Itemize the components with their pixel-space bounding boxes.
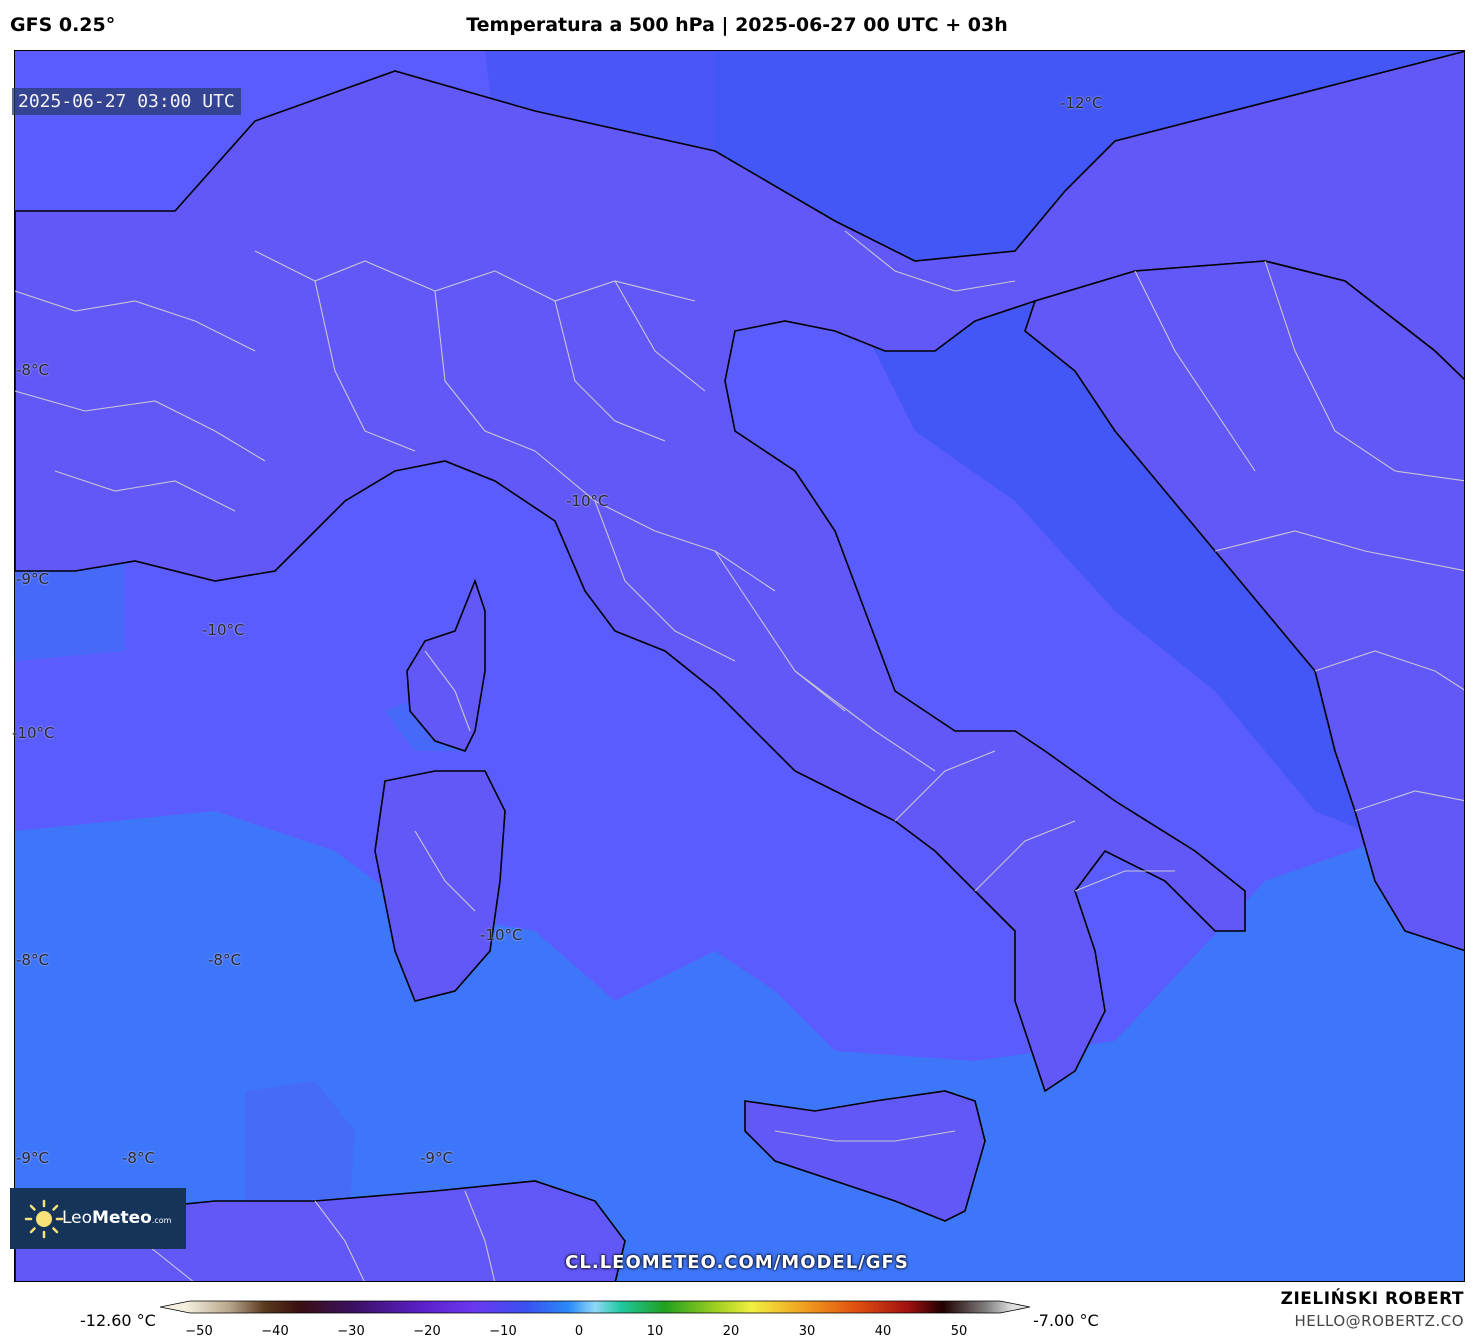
colorbar-tick: 50 — [950, 1324, 968, 1339]
chart-title: Temperatura a 500 hPa | 2025-06-27 00 UT… — [466, 14, 1008, 36]
colorbar-max-label: -7.00 °C — [1033, 1311, 1099, 1330]
isotherm-label: -8°C — [16, 951, 49, 969]
logo-suffix: .com — [151, 1216, 172, 1225]
isotherm-label: -10°C — [480, 926, 523, 944]
leometeo-logo[interactable]: LeoMeteo.com — [10, 1188, 186, 1249]
isotherm-label: -8°C — [122, 1149, 155, 1167]
isotherm-label: -10°C — [202, 621, 245, 639]
isotherm-label: -8°C — [16, 361, 49, 379]
isotherm-label: -9°C — [420, 1149, 453, 1167]
isotherm-label: -10°C — [12, 724, 55, 742]
colorbar-tick: −10 — [489, 1324, 517, 1339]
temperature-map — [15, 51, 1464, 1281]
isotherm-label: -8°C — [208, 951, 241, 969]
colorbar-tick: −50 — [185, 1324, 213, 1339]
colorbar-tick: 30 — [798, 1324, 816, 1339]
colorbar-tick: 40 — [874, 1324, 892, 1339]
colorbar-tick: −40 — [261, 1324, 289, 1339]
isotherm-label: -9°C — [16, 570, 49, 588]
isotherm-label: -10°C — [566, 492, 609, 510]
sun-icon — [24, 1199, 64, 1239]
author-credit: ZIELIŃSKI ROBERT — [1280, 1289, 1464, 1309]
logo-text: LeoMeteo.com — [62, 1208, 171, 1228]
site-url: CL.LEOMETEO.COM/MODEL/GFS — [565, 1252, 909, 1273]
author-email[interactable]: HELLO@ROBERTZ.CO — [1294, 1312, 1464, 1330]
isotherm-label: -9°C — [16, 1149, 49, 1167]
colorbar-tick: 10 — [646, 1324, 664, 1339]
colorbar — [160, 1300, 1030, 1314]
colorbar-tick: 0 — [574, 1324, 584, 1339]
colorbar-tick: −20 — [413, 1324, 441, 1339]
isotherm-label: -12°C — [1060, 94, 1103, 112]
logo-brand-light: Leo — [62, 1208, 93, 1228]
colorbar-tick: 20 — [722, 1324, 740, 1339]
colorbar-tick: −30 — [337, 1324, 365, 1339]
valid-time-badge: 2025-06-27 03:00 UTC — [12, 88, 241, 115]
map-panel[interactable] — [14, 50, 1465, 1282]
colorbar-min-label: -12.60 °C — [80, 1311, 156, 1330]
logo-brand-bold: Meteo — [92, 1208, 152, 1228]
